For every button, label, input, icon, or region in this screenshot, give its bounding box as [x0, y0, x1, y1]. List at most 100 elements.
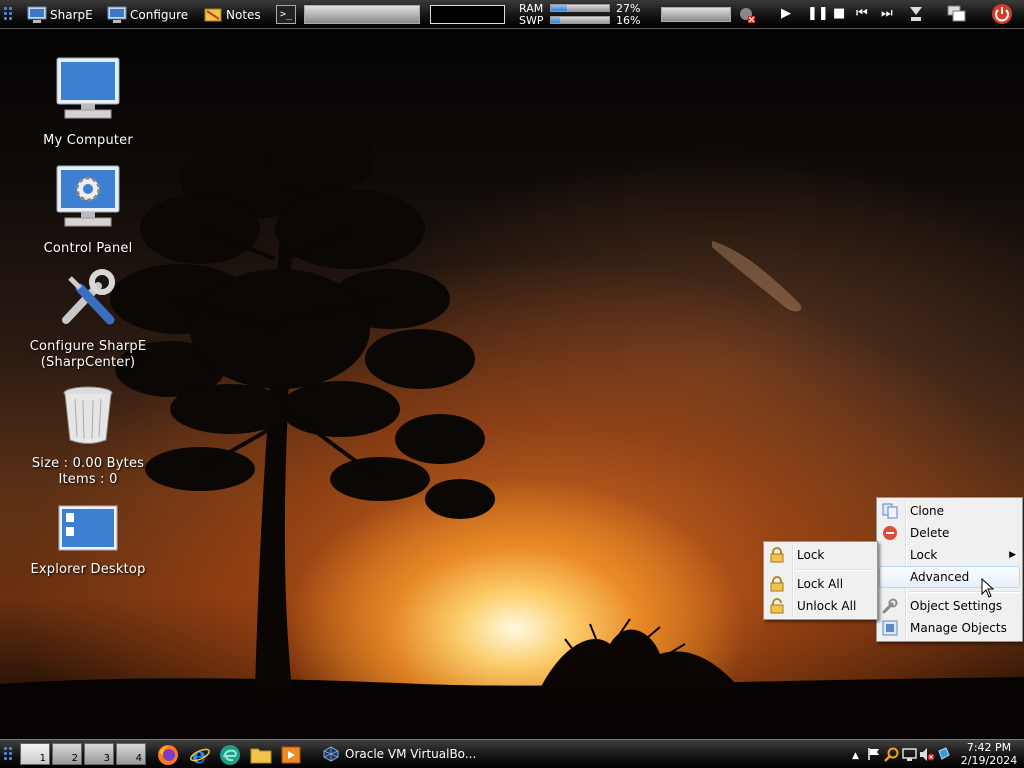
task-button-virtualbox[interactable]: Oracle VM VirtualBo... — [323, 740, 476, 768]
desktop-icon-explorer-desktop[interactable]: Explorer Desktop — [18, 505, 158, 578]
submenu-item-lock[interactable]: Lock — [764, 544, 877, 566]
run-input[interactable] — [430, 5, 505, 24]
task-label: Oracle VM VirtualBo... — [345, 747, 477, 761]
workspace-1[interactable]: 1 — [20, 743, 50, 765]
pause-icon[interactable]: ❚❚ — [807, 7, 829, 21]
computer-icon — [27, 6, 47, 23]
command-box[interactable] — [304, 5, 420, 24]
menu-item-label: Lock All — [797, 577, 844, 591]
trash-items-label: Items : 0 — [58, 472, 118, 487]
show-desktop-icon[interactable] — [947, 5, 967, 27]
network-icon[interactable] — [902, 747, 917, 766]
sharpe-label: SharpE — [50, 7, 93, 22]
workspace-3[interactable]: 3 — [84, 743, 114, 765]
workspace-2[interactable]: 2 — [52, 743, 82, 765]
clock-date: 2/19/2024 — [960, 754, 1018, 767]
notes-label: Notes — [226, 7, 261, 22]
ram-meter — [550, 4, 610, 12]
ie-icon[interactable]: e — [189, 744, 211, 766]
desktop-object-context-menu: Clone Delete Lock ▶ Advanced Object Sett… — [876, 497, 1023, 642]
submenu-arrow-icon: ▶ — [1009, 550, 1016, 560]
computer-icon — [56, 57, 120, 119]
virtualbox-icon — [323, 746, 339, 762]
taskbar: 1 2 3 4 e Oracle VM VirtualBo... ▲ 7:42 — [0, 739, 1024, 768]
menu-item-delete[interactable]: Delete — [877, 522, 1022, 544]
menu-item-object-settings[interactable]: Object Settings — [877, 595, 1022, 617]
terminal-icon[interactable]: >_ — [276, 5, 296, 24]
folder-icon[interactable] — [250, 744, 272, 766]
menu-item-label: Object Settings — [910, 599, 1003, 613]
menu-item-label: Unlock All — [797, 599, 857, 613]
notes-icon — [204, 8, 222, 21]
power-icon[interactable] — [991, 3, 1013, 29]
desktop-icon-label: Configure SharpE — [29, 339, 147, 354]
menu-separator — [877, 588, 1022, 595]
ram-meter-fill — [551, 5, 567, 11]
submenu-item-lock-all[interactable]: Lock All — [764, 573, 877, 595]
swp-percent: 16% — [616, 14, 641, 27]
svg-text:e: e — [192, 744, 206, 766]
search-icon[interactable] — [884, 747, 899, 766]
notes-button[interactable]: Notes — [204, 0, 261, 29]
play-icon[interactable]: ▶ — [781, 7, 791, 21]
desktop-icon-configure-sharpe[interactable]: Configure SharpE (SharpCenter) — [18, 268, 158, 371]
desktop-icon-recycle-bin[interactable]: Size : 0.00 Bytes Items : 0 — [18, 385, 158, 488]
media-player-icon[interactable] — [280, 744, 302, 766]
manage-objects-icon — [882, 620, 898, 636]
tools-icon — [62, 269, 115, 325]
configure-label: Configure — [130, 7, 189, 22]
menu-separator — [764, 566, 877, 573]
system-clock[interactable]: 7:42 PM 2/19/2024 — [960, 741, 1018, 767]
control-panel-icon — [56, 165, 120, 227]
sharpe-menu-button[interactable]: SharpE — [27, 0, 93, 29]
unlock-all-icon — [770, 598, 784, 614]
volume-muted-icon[interactable] — [919, 747, 935, 766]
mouse-cursor-icon — [981, 578, 995, 598]
workspace-4[interactable]: 4 — [116, 743, 146, 765]
mute-icon[interactable] — [738, 6, 756, 28]
taskbar-grip-icon[interactable] — [3, 746, 13, 762]
configure-button[interactable]: Configure — [107, 0, 188, 29]
lock-submenu: Lock Lock All Unlock All — [763, 541, 878, 620]
panel-grip-icon[interactable] — [3, 6, 13, 22]
wrench-icon — [882, 598, 898, 614]
next-icon[interactable]: ⏭ — [881, 7, 893, 21]
swp-label: SWP — [519, 14, 544, 27]
menu-item-manage-objects[interactable]: Manage Objects — [877, 617, 1022, 639]
clock-time: 7:42 PM — [966, 741, 1012, 754]
lock-icon — [770, 547, 784, 563]
volume-slider[interactable] — [661, 7, 731, 22]
swp-meter-fill — [551, 17, 561, 23]
menu-item-clone[interactable]: Clone — [877, 500, 1022, 522]
firefox-icon[interactable] — [157, 744, 179, 766]
swp-meter — [550, 16, 610, 24]
desktop-icon-label: My Computer — [43, 133, 133, 148]
desktop-icon-label: Control Panel — [43, 241, 133, 256]
desktop-icon-label: Explorer Desktop — [30, 562, 146, 577]
explorer-desktop-icon — [58, 505, 118, 551]
edge-icon[interactable] — [219, 744, 241, 766]
ram-label: RAM — [519, 2, 544, 15]
top-panel: SharpE Configure Notes >_ RAM SWP 27% 16… — [0, 0, 1024, 29]
previous-icon[interactable]: ⏮ — [856, 7, 868, 21]
clone-icon — [882, 503, 898, 519]
ram-percent: 27% — [616, 2, 641, 15]
desktop-icon-label-2: (SharpCenter) — [40, 355, 136, 370]
trash-icon — [63, 386, 113, 444]
desktop-icon-control-panel[interactable]: Control Panel — [18, 164, 158, 257]
stop-icon[interactable]: ■ — [833, 7, 845, 21]
menu-item-label: Lock — [797, 548, 825, 562]
eject-icon[interactable] — [908, 5, 924, 27]
menu-item-lock[interactable]: Lock ▶ — [877, 544, 1022, 566]
submenu-item-unlock-all[interactable]: Unlock All — [764, 595, 877, 617]
menu-item-advanced[interactable]: Advanced — [879, 566, 1020, 588]
menu-item-label: Manage Objects — [910, 621, 1007, 635]
virtualbox-tray-icon[interactable] — [937, 747, 951, 765]
flag-icon[interactable] — [867, 747, 881, 765]
tray-expand-icon[interactable]: ▲ — [852, 749, 859, 763]
configure-icon — [107, 6, 127, 23]
menu-item-label: Delete — [910, 526, 950, 540]
menu-item-label: Advanced — [910, 570, 970, 584]
desktop-icon-my-computer[interactable]: My Computer — [18, 56, 158, 149]
menu-item-label: Clone — [910, 504, 945, 518]
